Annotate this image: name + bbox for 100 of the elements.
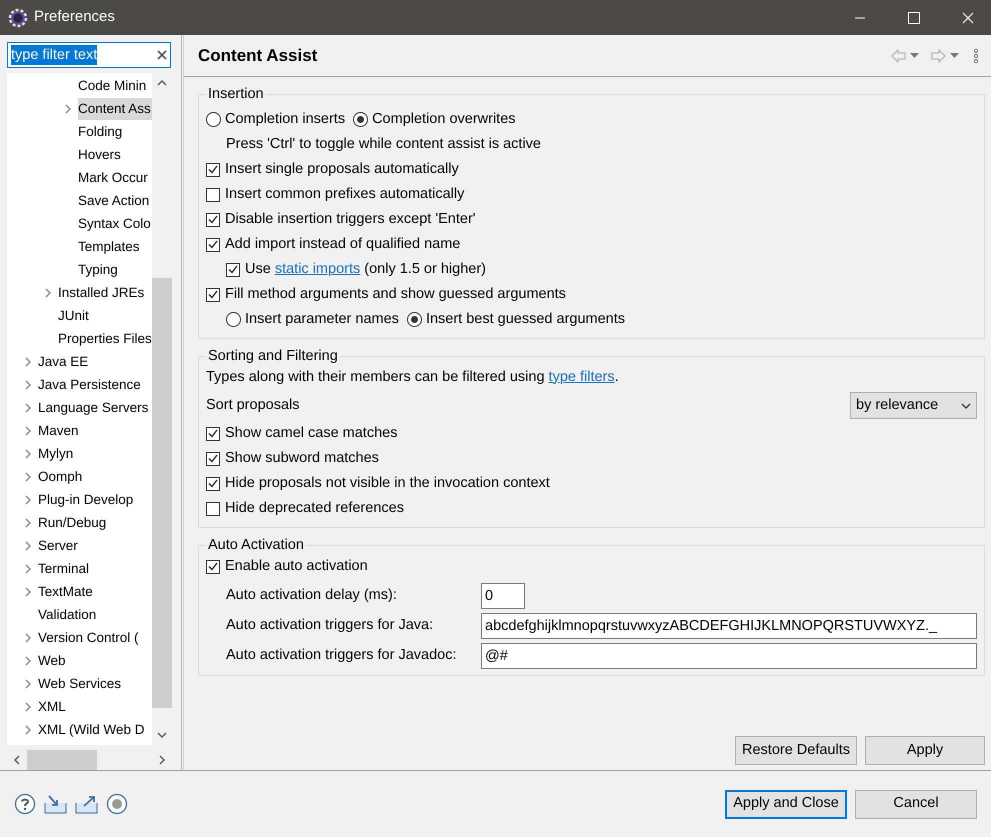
tree-item[interactable]: Syntax Colo	[78, 212, 152, 234]
chevron-icon[interactable]	[25, 472, 31, 482]
chevron-icon[interactable]	[25, 540, 31, 550]
checkbox[interactable]	[206, 212, 220, 226]
radio-button[interactable]	[406, 312, 422, 327]
radio-label[interactable]: Completion overwrites	[372, 108, 516, 130]
chevron-icon[interactable]	[25, 494, 31, 504]
checkbox[interactable]	[206, 162, 220, 176]
checkbox[interactable]	[206, 188, 220, 202]
chevron-icon[interactable]	[25, 402, 31, 412]
scroll-down-icon[interactable]	[157, 732, 167, 738]
radio-label[interactable]: Insert best guessed arguments	[426, 308, 626, 330]
tree-item[interactable]: XML (Wild Web D	[38, 718, 149, 740]
chevron-icon[interactable]	[45, 288, 51, 298]
checkbox[interactable]	[206, 238, 220, 252]
tree-item[interactable]: Version Control (	[38, 626, 143, 648]
chevron-icon[interactable]	[25, 656, 31, 666]
tree-item[interactable]: Templates	[78, 236, 144, 258]
button[interactable]: Apply and Close	[725, 790, 847, 818]
scroll-left-icon[interactable]	[14, 755, 20, 765]
chevron-icon[interactable]	[65, 104, 71, 114]
tree-item[interactable]: Validation	[38, 604, 100, 626]
chevron-icon[interactable]	[25, 632, 31, 642]
dropdown-icon[interactable]	[910, 53, 919, 58]
checkbox[interactable]	[206, 560, 220, 574]
tree-item[interactable]: Terminal	[38, 558, 94, 580]
link[interactable]: type filters	[548, 368, 615, 385]
check-icon	[208, 215, 218, 224]
checkbox-label: Show camel case matches	[225, 424, 398, 443]
checkbox[interactable]	[206, 452, 220, 466]
tree-item[interactable]: Oomph	[38, 466, 86, 488]
chevron-icon[interactable]	[25, 586, 31, 596]
checkbox[interactable]	[226, 262, 240, 276]
radio-button[interactable]	[206, 112, 221, 127]
clear-icon[interactable]	[157, 50, 167, 60]
tree-item[interactable]: Plug-in Develop	[38, 488, 138, 510]
help-icon[interactable]	[14, 793, 36, 815]
tree-item[interactable]: Maven	[38, 420, 83, 442]
scrollbar-thumb[interactable]	[27, 750, 97, 770]
tree-item[interactable]: Java Persistence	[38, 374, 145, 396]
button[interactable]: Apply	[865, 736, 985, 765]
chevron-icon[interactable]	[25, 702, 31, 712]
text-field[interactable]: 0	[481, 583, 525, 609]
dropdown-icon[interactable]	[950, 53, 959, 58]
tree-item[interactable]: Properties Files	[58, 328, 152, 350]
import-icon[interactable]	[44, 794, 67, 814]
check-icon	[208, 479, 218, 488]
tree-item[interactable]: Hovers	[78, 144, 125, 166]
tree-item[interactable]: Server	[38, 534, 82, 556]
chevron-icon[interactable]	[25, 448, 31, 458]
text-field[interactable]: @#	[481, 643, 977, 669]
tree-item[interactable]: Folding	[78, 120, 126, 142]
tree-item[interactable]: Java EE	[38, 350, 92, 372]
tree-item[interactable]: Content Ass	[78, 98, 152, 120]
chevron-icon[interactable]	[25, 380, 31, 390]
tree-item[interactable]: Code Minin	[78, 74, 150, 96]
scroll-up-icon[interactable]	[157, 80, 167, 86]
radio-button[interactable]	[353, 112, 368, 127]
menu-icon[interactable]	[973, 48, 979, 62]
description-text: Types along with their members can be filtered using type filters.	[206, 368, 619, 387]
checkbox[interactable]	[206, 502, 220, 516]
checkbox[interactable]	[206, 288, 220, 302]
radio-label[interactable]: Insert parameter names	[245, 308, 399, 330]
radio-label[interactable]: Completion inserts	[225, 108, 346, 130]
scroll-right-icon[interactable]	[159, 755, 165, 765]
maximize-icon[interactable]	[908, 12, 920, 24]
button[interactable]: Cancel	[855, 790, 977, 818]
checkbox-label: Hide proposals not visible in the invocation context	[225, 474, 550, 493]
tree-item[interactable]: Save Action	[78, 190, 152, 212]
tree-item[interactable]: Web	[38, 650, 70, 672]
tree-item[interactable]: Typing	[78, 258, 122, 280]
tree-item[interactable]: Mark Occur	[78, 166, 152, 188]
close-icon[interactable]	[962, 12, 974, 24]
sort-dropdown[interactable]: by relevance	[850, 392, 977, 419]
tree-item[interactable]: Mylyn	[38, 442, 78, 464]
tree-item[interactable]: TextMate	[38, 580, 97, 602]
link[interactable]: static imports	[274, 260, 360, 277]
filter-field[interactable]: type filter text	[7, 42, 171, 68]
tree-item[interactable]: Language Servers	[38, 396, 152, 418]
scrollbar-thumb[interactable]	[152, 278, 172, 708]
tree-item[interactable]: XML	[38, 696, 70, 718]
checkbox[interactable]	[206, 476, 220, 490]
chevron-icon[interactable]	[25, 356, 31, 366]
checkbox-label: Fill method arguments and show guessed arguments	[225, 284, 566, 304]
export-icon[interactable]	[75, 794, 98, 814]
tree-item[interactable]: JUnit	[58, 304, 93, 326]
tree-item[interactable]: Run/Debug	[38, 512, 110, 534]
radio-button[interactable]	[226, 312, 241, 327]
checkbox[interactable]	[206, 426, 220, 440]
button[interactable]: Restore Defaults	[735, 736, 857, 765]
chevron-icon[interactable]	[25, 678, 31, 688]
chevron-icon[interactable]	[25, 426, 31, 436]
text-field[interactable]: abcdefghijklmnopqrstuvwxyzABCDEFGHIJKLMNOPQRSTUVWXYZ._	[481, 613, 977, 639]
record-icon[interactable]	[106, 793, 128, 815]
tree-item[interactable]: Web Services	[38, 672, 126, 694]
chevron-icon[interactable]	[25, 518, 31, 528]
chevron-icon[interactable]	[25, 724, 31, 734]
chevron-icon[interactable]	[25, 564, 31, 574]
window-title: Preferences	[34, 7, 115, 28]
tree-item[interactable]: Installed JREs	[58, 282, 148, 304]
